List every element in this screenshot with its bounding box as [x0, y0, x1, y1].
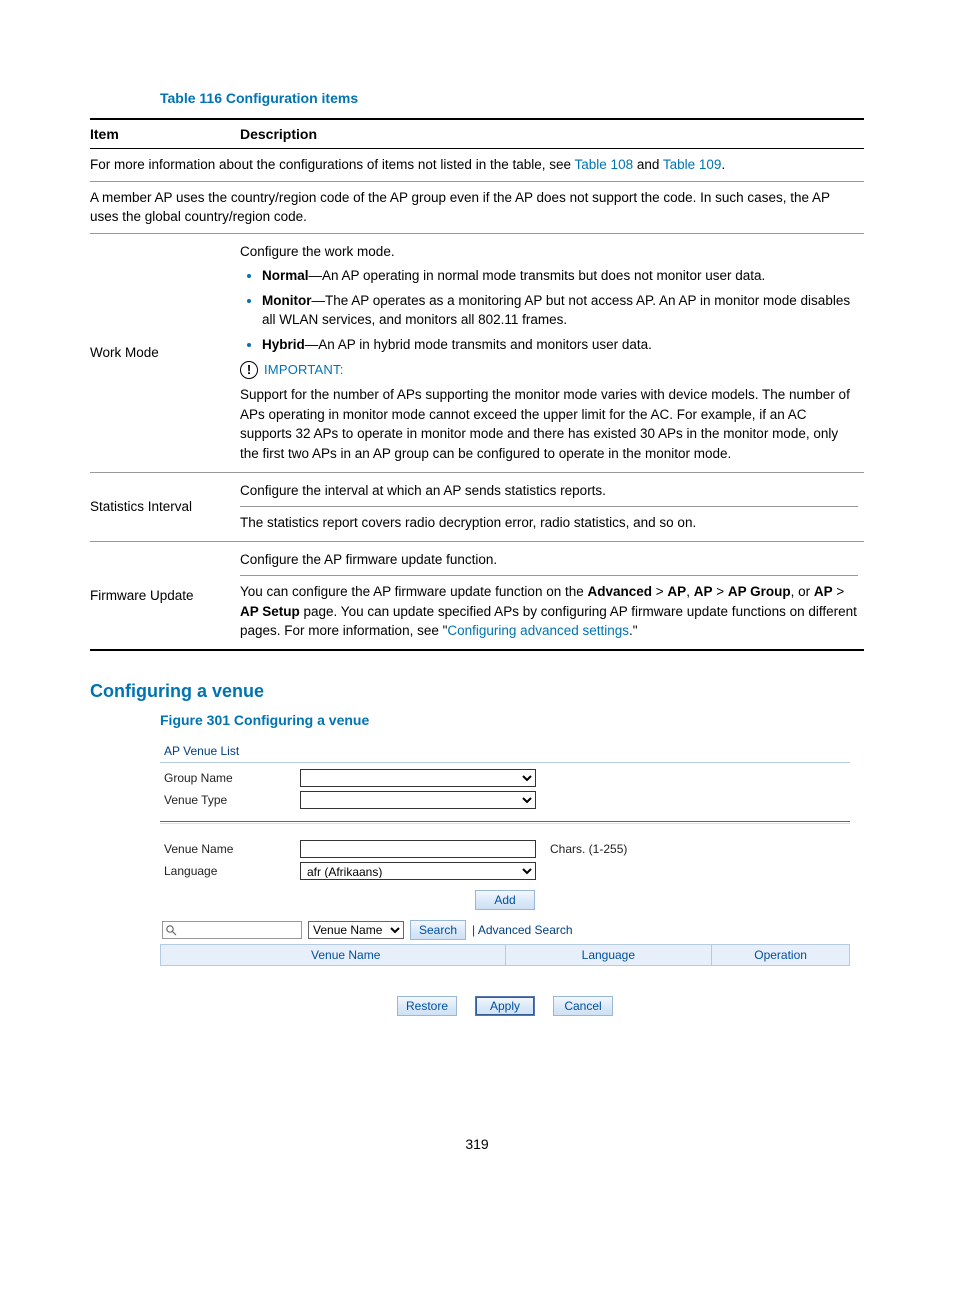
normal-text: —An AP operating in normal mode transmit… [309, 268, 766, 283]
workmode-monitor: Monitor—The AP operates as a monitoring … [262, 290, 858, 330]
restore-button[interactable]: Restore [397, 996, 457, 1016]
member-ap-text: A member AP uses the country/region code… [90, 181, 864, 233]
cancel-button[interactable]: Cancel [553, 996, 613, 1016]
fwupdate-b6: AP Setup [240, 604, 300, 619]
figure-screenshot: AP Venue List Group Name Venue Type Venu… [160, 742, 850, 1016]
fwupdate-gt1: > [652, 584, 667, 599]
page-number: 319 [90, 1136, 864, 1152]
apply-button[interactable]: Apply [475, 996, 535, 1016]
link-config-adv[interactable]: Configuring advanced settings [447, 623, 629, 638]
statsinterval-line2: The statistics report covers radio decry… [240, 513, 858, 533]
col-operation[interactable]: Operation [712, 944, 850, 965]
statsinterval-label: Statistics Interval [90, 472, 240, 541]
add-button[interactable]: Add [475, 890, 535, 910]
intro-trail: . [721, 157, 725, 172]
col-desc-header: Description [240, 119, 864, 149]
label-venue-type: Venue Type [160, 793, 300, 807]
intro-middle: and [633, 157, 663, 172]
hybrid-bold: Hybrid [262, 337, 305, 352]
hybrid-text: —An AP in hybrid mode transmits and moni… [305, 337, 652, 352]
fwupdate-sep1: , [686, 584, 694, 599]
hint-chars: Chars. (1-255) [550, 842, 627, 856]
col-language[interactable]: Language [505, 944, 712, 965]
fwupdate-b3: AP [694, 584, 713, 599]
label-group-name: Group Name [160, 771, 300, 785]
col-item-header: Item [90, 119, 240, 149]
important-label: IMPORTANT: [264, 361, 344, 380]
normal-bold: Normal [262, 268, 309, 283]
config-items-table: Item Description For more information ab… [90, 118, 864, 651]
statsinterval-line1: Configure the interval at which an AP se… [240, 481, 858, 508]
link-table-108[interactable]: Table 108 [575, 157, 634, 172]
advanced-search-link[interactable]: | Advanced Search [472, 923, 573, 937]
fwupdate-b4: AP Group [728, 584, 791, 599]
figure-title: Figure 301 Configuring a venue [90, 712, 864, 728]
fwupdate-p1: You can configure the AP firmware update… [240, 584, 588, 599]
fwupdate-label: Firmware Update [90, 541, 240, 650]
important-icon: ! [240, 361, 258, 379]
workmode-line1: Configure the work mode. [240, 242, 858, 262]
fwupdate-gt2: > [712, 584, 727, 599]
fwupdate-or: , or [791, 584, 814, 599]
search-button[interactable]: Search [410, 920, 466, 940]
monitor-bold: Monitor [262, 293, 312, 308]
divider [160, 762, 850, 763]
intro-row: For more information about the configura… [90, 149, 864, 182]
monitor-text: —The AP operates as a monitoring AP but … [262, 293, 850, 328]
important-text: Support for the number of APs supporting… [240, 385, 858, 463]
workmode-hybrid: Hybrid—An AP in hybrid mode transmits an… [262, 334, 858, 355]
select-search-field[interactable]: Venue Name [308, 921, 404, 939]
intro-lead: For more information about the configura… [90, 157, 575, 172]
fwupdate-b2: AP [667, 584, 686, 599]
fwupdate-p3: ." [629, 623, 638, 638]
fwupdate-b1: Advanced [588, 584, 653, 599]
ap-venue-list-title: AP Venue List [160, 742, 850, 760]
heading-configuring-venue: Configuring a venue [90, 681, 864, 702]
workmode-label: Work Mode [90, 233, 240, 472]
workmode-row: Work Mode Configure the work mode. Norma… [90, 233, 864, 472]
label-language: Language [160, 864, 300, 878]
table-title: Table 116 Configuration items [90, 90, 864, 106]
statsinterval-row: Statistics Interval Configure the interv… [90, 472, 864, 541]
select-group-name[interactable] [300, 769, 536, 787]
fwupdate-b5: AP [814, 584, 833, 599]
workmode-normal: Normal—An AP operating in normal mode tr… [262, 265, 858, 286]
fwupdate-para: You can configure the AP firmware update… [240, 582, 858, 641]
search-input-box[interactable] [162, 921, 302, 939]
venue-list-table: Venue Name Language Operation [160, 944, 850, 966]
divider-section [160, 821, 850, 822]
member-ap-row: A member AP uses the country/region code… [90, 181, 864, 233]
select-venue-type[interactable] [300, 791, 536, 809]
link-table-109[interactable]: Table 109 [663, 157, 722, 172]
select-language[interactable]: afr (Afrikaans) [300, 862, 536, 880]
fwupdate-line1: Configure the AP firmware update functio… [240, 550, 858, 577]
col-venue-name[interactable]: Venue Name [161, 944, 506, 965]
label-venue-name: Venue Name [160, 842, 300, 856]
search-icon [165, 924, 177, 936]
input-venue-name[interactable] [300, 840, 536, 858]
fwupdate-gt3: > [833, 584, 845, 599]
fwupdate-row: Firmware Update Configure the AP firmwar… [90, 541, 864, 650]
